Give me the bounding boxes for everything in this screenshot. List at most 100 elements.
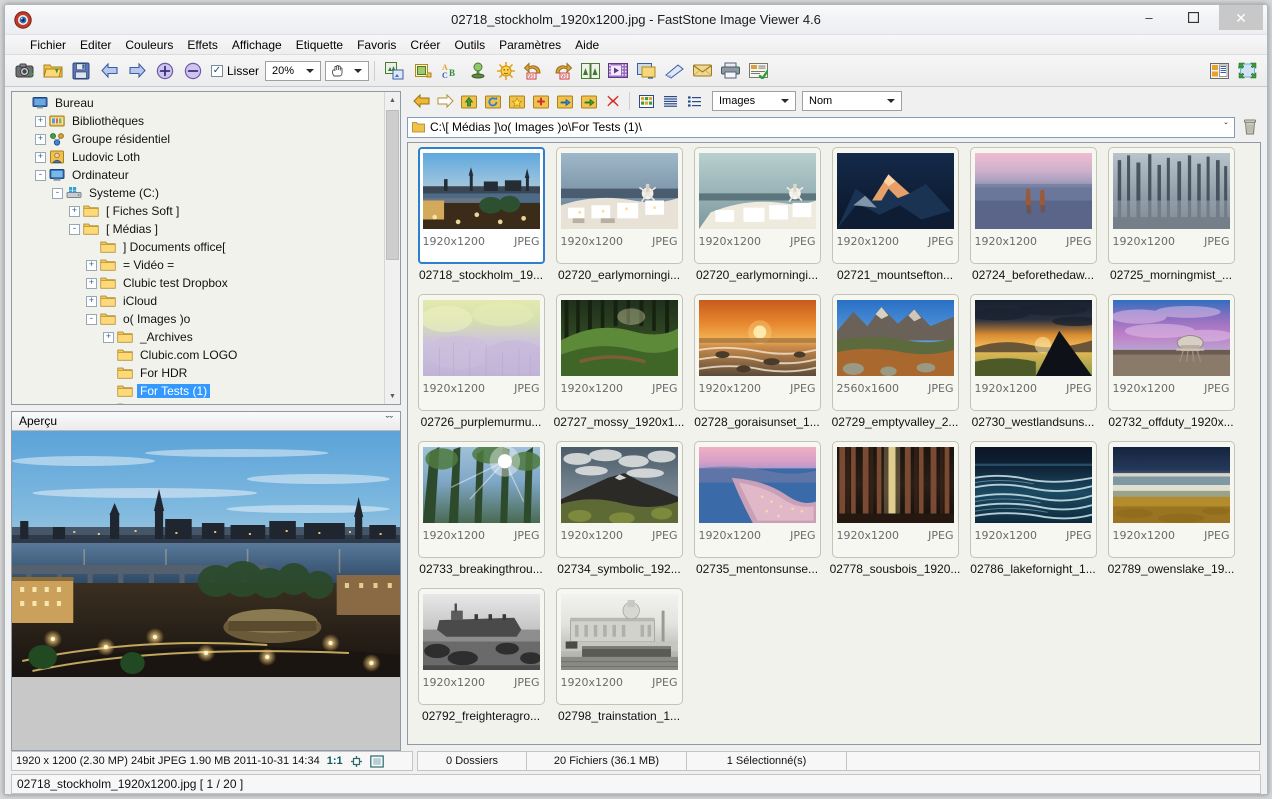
menu-affichage[interactable]: Affichage	[225, 36, 289, 54]
view-thumbnails-button[interactable]	[634, 90, 658, 112]
zoom-ratio-label[interactable]: 1:1	[327, 755, 343, 767]
thumbnail-item[interactable]: 1920x1200JPEG02724_beforethedaw...	[964, 147, 1102, 294]
expand-icon[interactable]: +	[69, 206, 80, 217]
camera-capture-button[interactable]	[11, 58, 39, 84]
tree-node-systeme-c[interactable]: -Systeme (C:)	[18, 184, 400, 202]
tree-node-fiches-soft[interactable]: +[ Fiches Soft ]	[18, 202, 400, 220]
rotate-left-button[interactable]: 90	[520, 58, 548, 84]
slideshow-button[interactable]	[604, 58, 632, 84]
expand-icon[interactable]: +	[86, 278, 97, 289]
tree-scrollbar[interactable]: ▲ ▼	[384, 92, 400, 404]
file-filter-select[interactable]: Images	[712, 91, 796, 111]
tree-node-groupe-r-sidentiel[interactable]: +Groupe résidentiel	[18, 130, 400, 148]
fullscreen-button[interactable]	[1233, 58, 1261, 84]
nav-forward-button[interactable]	[433, 90, 457, 112]
thumbnail-item[interactable]: 1920x1200JPEG02720_earlymorningi...	[688, 147, 826, 294]
menu-fichier[interactable]: Fichier	[23, 36, 73, 54]
collapse-icon[interactable]: -	[35, 170, 46, 181]
rotate-right-button[interactable]: 90	[548, 58, 576, 84]
thumbnail-item[interactable]: 1920x1200JPEG02798_trainstation_1...	[550, 588, 688, 735]
fit-to-window-icon[interactable]	[350, 755, 363, 768]
thumbnail-item[interactable]: 1920x1200JPEG02786_lakefornight_1...	[964, 441, 1102, 588]
panel-layout-button[interactable]	[1205, 58, 1233, 84]
menu-parametres[interactable]: Paramètres	[492, 36, 568, 54]
zoom-in-button[interactable]	[151, 58, 179, 84]
copy-to-folder-button[interactable]	[553, 90, 577, 112]
tree-node-biblioth-ques[interactable]: +Bibliothèques	[18, 112, 400, 130]
text-draw-button[interactable]: A C B	[436, 58, 464, 84]
favorites-button[interactable]	[505, 90, 529, 112]
expand-icon[interactable]: +	[86, 296, 97, 307]
tree-node-for-tests-1[interactable]: For Tests (1)	[18, 382, 400, 400]
trash-button[interactable]	[1239, 116, 1261, 138]
email-button[interactable]	[688, 58, 716, 84]
view-details-button[interactable]	[682, 90, 706, 112]
menu-creer[interactable]: Créer	[403, 36, 447, 54]
menu-couleurs[interactable]: Couleurs	[118, 36, 180, 54]
thumbnail-item[interactable]: 1920x1200JPEG02734_symbolic_192...	[550, 441, 688, 588]
zoom-level-select[interactable]: 20%	[265, 61, 321, 81]
chevron-down-icon[interactable]: ˇ	[1218, 122, 1234, 133]
zoom-out-button[interactable]	[179, 58, 207, 84]
scanner-button[interactable]	[660, 58, 688, 84]
jpeg-comment-button[interactable]	[744, 58, 772, 84]
menu-effets[interactable]: Effets	[180, 36, 224, 54]
nav-up-button[interactable]	[457, 90, 481, 112]
next-image-button[interactable]	[123, 58, 151, 84]
thumbnail-item[interactable]: 2560x1600JPEG02729_emptyvalley_2...	[826, 294, 964, 441]
menu-aide[interactable]: Aide	[568, 36, 606, 54]
collapse-icon[interactable]: -	[69, 224, 80, 235]
thumbnail-item[interactable]: 1920x1200JPEG02725_morningmist_...	[1102, 147, 1240, 294]
menu-etiquette[interactable]: Etiquette	[289, 36, 350, 54]
tree-node-ordinateur[interactable]: -Ordinateur	[18, 166, 400, 184]
preview-header[interactable]: Aperçu ˇˇ	[12, 412, 400, 431]
smooth-checkbox[interactable]: ✓ Lisser	[211, 64, 259, 78]
scroll-up-icon[interactable]: ▲	[385, 92, 400, 108]
tree-node-bureau[interactable]: Bureau	[18, 94, 400, 112]
thumbnail-item[interactable]: 1920x1200JPEG02733_breakingthrou...	[412, 441, 550, 588]
tree-node-o-images-o[interactable]: -o( Images )o	[18, 310, 400, 328]
thumbnail-item[interactable]: 1920x1200JPEG02720_earlymorningi...	[550, 147, 688, 294]
thumbnail-item[interactable]: 1920x1200JPEG02792_freighteragro...	[412, 588, 550, 735]
view-list-button[interactable]	[658, 90, 682, 112]
tree-node-clubic-com-logo[interactable]: Clubic.com LOGO	[18, 346, 400, 364]
maximize-button[interactable]	[1171, 5, 1215, 30]
expand-icon[interactable]: +	[35, 116, 46, 127]
collapse-icon[interactable]: -	[52, 188, 63, 199]
sort-order-select[interactable]: Nom	[802, 91, 902, 111]
crop-button[interactable]	[408, 58, 436, 84]
thumbnail-item[interactable]: 1920x1200JPEG02735_mentonsunse...	[688, 441, 826, 588]
tree-node-m-dias[interactable]: -[ Médias ]	[18, 220, 400, 238]
address-input[interactable]: C:\[ Médias ]\o( Images )o\For Tests (1)…	[407, 117, 1235, 138]
tree-node-for-tests-2[interactable]: For Tests (2)	[18, 400, 400, 405]
thumbnail-item[interactable]: 1920x1200JPEG02728_goraisunset_1...	[688, 294, 826, 441]
scroll-down-icon[interactable]: ▼	[385, 388, 400, 404]
thumbnail-item[interactable]: 1920x1200JPEG02727_mossy_1920x1...	[550, 294, 688, 441]
previous-image-button[interactable]	[95, 58, 123, 84]
expand-icon[interactable]: +	[35, 152, 46, 163]
thumbnail-item[interactable]: 1920x1200JPEG02721_mountsefton...	[826, 147, 964, 294]
new-folder-button[interactable]	[529, 90, 553, 112]
expand-icon[interactable]: +	[35, 134, 46, 145]
wallpaper-button[interactable]	[632, 58, 660, 84]
tree-node-archives[interactable]: +_Archives	[18, 328, 400, 346]
thumbnail-item[interactable]: 1920x1200JPEG02718_stockholm_19...	[412, 147, 550, 294]
thumbnail-browser[interactable]: 1920x1200JPEG02718_stockholm_19...1920x1…	[407, 142, 1261, 745]
menu-editer[interactable]: Editer	[73, 36, 118, 54]
tree-node-ludovic-loth[interactable]: +Ludovic Loth	[18, 148, 400, 166]
tree-node-for-hdr[interactable]: For HDR	[18, 364, 400, 382]
tree-node-icloud[interactable]: +iCloud	[18, 292, 400, 310]
actual-size-icon[interactable]	[370, 755, 384, 768]
tree-node-documents-office[interactable]: ] Documents office[	[18, 238, 400, 256]
close-button[interactable]: ✕	[1219, 5, 1263, 30]
nav-back-button[interactable]	[409, 90, 433, 112]
print-button[interactable]	[716, 58, 744, 84]
resize-image-button[interactable]	[380, 58, 408, 84]
mouse-tool-select[interactable]	[325, 61, 369, 81]
scrollbar-thumb[interactable]	[386, 110, 399, 260]
chevron-down-double-icon[interactable]: ˇˇ	[383, 415, 396, 427]
clone-stamp-button[interactable]	[464, 58, 492, 84]
compare-images-button[interactable]	[576, 58, 604, 84]
tree-node-clubic-test-dropbox[interactable]: +Clubic test Dropbox	[18, 274, 400, 292]
open-folder-button[interactable]	[39, 58, 67, 84]
